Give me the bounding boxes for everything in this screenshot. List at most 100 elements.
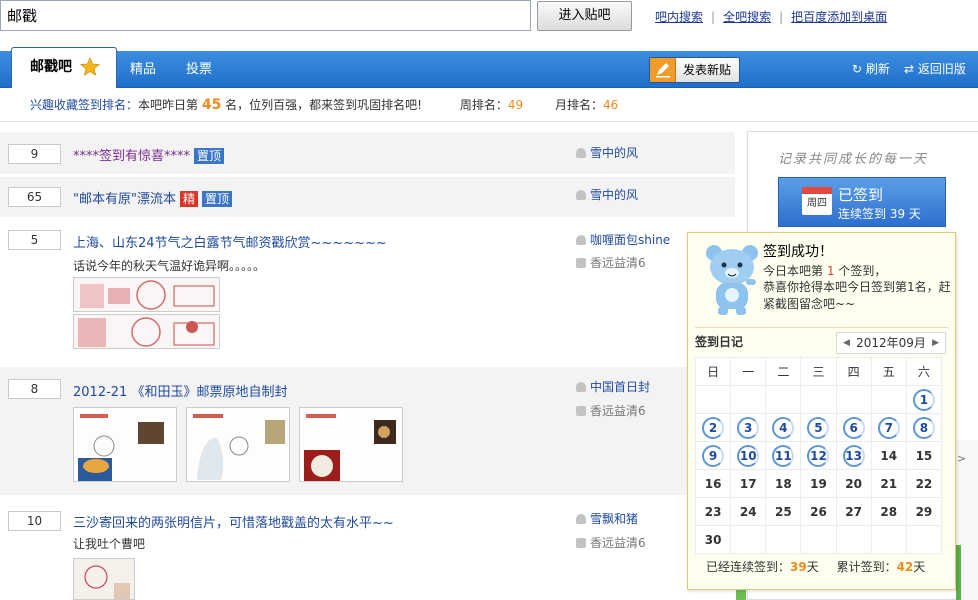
thread-title[interactable]: 上海、山东24节气之白露节气邮资戳欣赏~~~~~~~ bbox=[73, 232, 387, 251]
calendar-day[interactable]: 25 bbox=[765, 497, 802, 526]
signed-day-marker: 3 bbox=[737, 416, 760, 439]
thread-last-reply[interactable]: 香远益清6 bbox=[576, 534, 646, 551]
search-in-forum-link[interactable]: 吧内搜索 bbox=[655, 10, 703, 24]
calendar-empty-cell bbox=[870, 385, 907, 414]
calendar-day[interactable]: 30 bbox=[694, 525, 732, 554]
calendar-day[interactable]: 15 bbox=[905, 441, 943, 470]
featured-badge: 精 bbox=[179, 191, 198, 207]
calendar-day[interactable]: 5 bbox=[800, 413, 837, 442]
weekday-header: 六 bbox=[905, 357, 943, 386]
calendar-day[interactable]: 9 bbox=[694, 441, 732, 470]
refresh-button[interactable]: ↻ 刷新 bbox=[852, 51, 890, 88]
postcard-thumbnail[interactable] bbox=[73, 558, 135, 600]
calendar-day[interactable]: 29 bbox=[905, 497, 943, 526]
calendar-day[interactable]: 27 bbox=[835, 497, 872, 526]
thread-title[interactable]: 三沙寄回来的两张明信片，可惜落地戳盖的太有水平~~ bbox=[73, 512, 394, 531]
comment-icon bbox=[576, 406, 586, 416]
weekday-header: 五 bbox=[870, 357, 907, 386]
calendar-day[interactable]: 11 bbox=[765, 441, 802, 470]
stamp-thumbnail[interactable] bbox=[73, 277, 220, 312]
pencil-icon bbox=[650, 58, 676, 82]
tab-featured[interactable]: 精品 bbox=[130, 51, 156, 88]
daily-rank: 45 bbox=[201, 97, 222, 113]
tab-vote[interactable]: 投票 bbox=[186, 51, 212, 88]
cover-thumbnail[interactable] bbox=[73, 407, 177, 482]
calendar-day[interactable]: 4 bbox=[765, 413, 802, 442]
new-post-button[interactable]: 发表新贴 bbox=[649, 57, 740, 83]
calendar-day[interactable]: 3 bbox=[730, 413, 767, 442]
signin-success-popup: 签到成功！ 今日本吧第 1 个签到， 恭喜你抢得本吧今日签到第1名，赶紧截图留念… bbox=[687, 232, 956, 590]
thread-author[interactable]: 雪中的风 bbox=[576, 186, 638, 203]
total-days: 42 bbox=[896, 560, 914, 574]
calendar-day[interactable]: 2 bbox=[694, 413, 732, 442]
thread-author[interactable]: 雪中的风 bbox=[576, 144, 638, 161]
reply-count: 8 bbox=[8, 379, 61, 399]
calendar-day[interactable]: 20 bbox=[835, 469, 872, 498]
week-rank: 49 bbox=[507, 98, 524, 112]
thread-author[interactable]: 雪飘和猪 bbox=[576, 510, 638, 527]
thread-author[interactable]: 中国首日封 bbox=[576, 378, 650, 395]
calendar-empty-cell bbox=[730, 525, 767, 554]
reply-count: 10 bbox=[8, 511, 61, 531]
thread-row: 9 ****签到有惊喜**** 置顶 雪中的风 bbox=[0, 132, 735, 174]
cover-thumbnail[interactable] bbox=[299, 407, 403, 482]
signed-day-marker: 5 bbox=[807, 416, 830, 439]
calendar-day[interactable]: 19 bbox=[800, 469, 837, 498]
calendar-day[interactable]: 6 bbox=[835, 413, 872, 442]
next-month-icon[interactable]: ▶ bbox=[932, 333, 939, 353]
month-rank: 46 bbox=[602, 98, 619, 112]
calendar-day[interactable]: 7 bbox=[870, 413, 907, 442]
calendar-day[interactable]: 13 bbox=[835, 441, 872, 470]
reply-count: 9 bbox=[8, 144, 61, 164]
reply-count: 5 bbox=[8, 230, 61, 250]
search-input[interactable] bbox=[0, 0, 531, 31]
weekday-header: 二 bbox=[765, 357, 802, 386]
calendar-day[interactable]: 16 bbox=[694, 469, 732, 498]
calendar-day[interactable]: 23 bbox=[694, 497, 732, 526]
calendar-empty-cell bbox=[730, 385, 767, 414]
calendar-day[interactable]: 24 bbox=[730, 497, 767, 526]
rank-label-link[interactable]: 兴趣收藏签到排名： bbox=[30, 98, 138, 112]
thread-row: 65 "邮本有原"漂流本精置顶 雪中的风 bbox=[0, 177, 735, 217]
prev-month-icon[interactable]: ◀ bbox=[843, 333, 850, 353]
thread-row: 10 三沙寄回来的两张明信片，可惜落地戳盖的太有水平~~ 让我吐个曹吧 雪飘和猪… bbox=[0, 500, 735, 600]
calendar-day[interactable]: 8 bbox=[905, 413, 943, 442]
thread-author[interactable]: 咖喱面包shine bbox=[576, 231, 670, 248]
weekday-header: 日 bbox=[694, 357, 732, 386]
calendar-day[interactable]: 28 bbox=[870, 497, 907, 526]
thread-last-reply[interactable]: 香远益清6 bbox=[576, 402, 646, 419]
calendar-day[interactable]: 1 bbox=[905, 385, 943, 414]
thread-title[interactable]: 2012-21 《和田玉》邮票原地自制封 bbox=[73, 381, 287, 400]
thread-last-reply[interactable]: 香远益清6 bbox=[576, 254, 646, 271]
calendar-day[interactable]: 26 bbox=[800, 497, 837, 526]
calendar-day[interactable]: 18 bbox=[765, 469, 802, 498]
thread-title[interactable]: "邮本有原"漂流本精置顶 bbox=[73, 188, 232, 207]
cover-thumbnail[interactable] bbox=[186, 407, 290, 482]
calendar-empty-cell bbox=[765, 385, 802, 414]
signin-stats: 已经连续签到：39天 累计签到：42天 bbox=[706, 560, 926, 574]
month-selector: ◀ 2012年09月 ▶ bbox=[836, 332, 946, 354]
calendar-day[interactable]: 17 bbox=[730, 469, 767, 498]
chevron-right-icon[interactable]: > bbox=[957, 452, 966, 465]
signed-day-marker: 11 bbox=[772, 444, 795, 467]
signin-rank-line: 兴趣收藏签到排名：本吧昨日第 45 名，位列百强，都来签到巩固排名吧! 周排名：… bbox=[30, 97, 619, 113]
stamp-thumbnail[interactable] bbox=[73, 314, 220, 349]
enter-forum-button[interactable]: 进入贴吧 bbox=[537, 1, 632, 31]
calendar-day[interactable]: 21 bbox=[870, 469, 907, 498]
calendar-empty-cell bbox=[800, 525, 837, 554]
calendar-day[interactable]: 22 bbox=[905, 469, 943, 498]
calendar-day[interactable]: 10 bbox=[730, 441, 767, 470]
add-to-desktop-link[interactable]: 把百度添加到桌面 bbox=[791, 10, 887, 24]
tab-forum-home[interactable]: 邮戳吧 bbox=[11, 47, 117, 88]
search-all-forums-link[interactable]: 全吧搜索 bbox=[723, 10, 771, 24]
calendar-day[interactable]: 14 bbox=[870, 441, 907, 470]
calendar-empty-cell bbox=[835, 525, 872, 554]
signed-in-button[interactable]: 周四 已签到 连续签到 39 天 bbox=[778, 177, 946, 227]
forum-name: 邮戳吧 bbox=[30, 59, 72, 75]
reply-count: 65 bbox=[8, 187, 61, 207]
thread-title[interactable]: ****签到有惊喜**** 置顶 bbox=[73, 145, 225, 164]
old-version-button[interactable]: ⇄ 返回旧版 bbox=[904, 51, 966, 88]
calendar-day[interactable]: 12 bbox=[800, 441, 837, 470]
star-icon bbox=[80, 57, 100, 76]
streak-days: 39 bbox=[790, 560, 807, 574]
